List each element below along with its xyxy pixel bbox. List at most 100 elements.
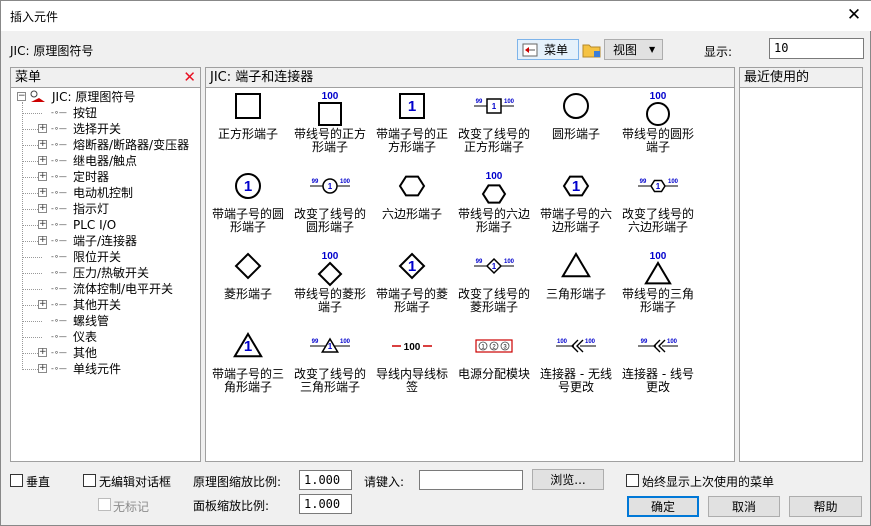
close-icon[interactable]: ✕ bbox=[844, 5, 864, 25]
tree-item-label: 熔断器/断路器/变压器 bbox=[73, 138, 190, 152]
symbol-tile[interactable]: 1 99 100 改变了线号的正方形端子 bbox=[453, 90, 535, 172]
symbol-label: 改变了线号的三角形端子 bbox=[293, 367, 366, 394]
tree-item[interactable]: + -∘— 电动机控制 bbox=[11, 185, 199, 201]
triangle-terminal-icon: 1 bbox=[233, 332, 263, 358]
contact-icon: -∘— bbox=[51, 364, 67, 373]
expand-icon[interactable]: + bbox=[38, 220, 47, 229]
tree-item[interactable]: + -∘— 其他 bbox=[11, 345, 199, 361]
symbol-tile[interactable]: 三角形端子 bbox=[535, 250, 617, 332]
panel-scale-input[interactable]: 1.000 bbox=[299, 494, 352, 514]
expand-icon[interactable]: + bbox=[38, 364, 47, 373]
tree-item[interactable]: + -∘— 定时器 bbox=[11, 169, 199, 185]
expand-icon[interactable]: + bbox=[38, 124, 47, 133]
always-show-checkbox[interactable] bbox=[626, 474, 639, 487]
diamond-terminal-icon: 100 bbox=[317, 251, 343, 287]
terminal-number-text: 1 bbox=[328, 342, 333, 351]
symbol-tile[interactable]: 1 带端子号的圆形端子 bbox=[207, 170, 289, 252]
tree-item[interactable]: -∘— 压力/热敏开关 bbox=[11, 265, 199, 281]
schematic-scale-input[interactable]: 1.000 bbox=[299, 470, 352, 490]
contact-icon: -∘— bbox=[51, 348, 67, 357]
symbol-label: 连接器 - 无线号更改 bbox=[540, 367, 612, 394]
panel-scale-label: 面板缩放比例: bbox=[193, 499, 270, 513]
tree-item[interactable]: + -∘— 单线元件 bbox=[11, 361, 199, 377]
symbol-tile[interactable]: 1 99 100 改变了线号的圆形端子 bbox=[289, 170, 371, 252]
enter-label: 请键入: bbox=[364, 475, 405, 489]
tree-item[interactable]: + -∘— 选择开关 bbox=[11, 121, 199, 137]
diamond-terminal-icon bbox=[234, 252, 262, 280]
symbol-tile[interactable]: 六边形端子 bbox=[371, 170, 453, 252]
symbol-tile[interactable]: 1 99 100 改变了线号的三角形端子 bbox=[289, 330, 371, 412]
terminal-number-text: 1 bbox=[408, 98, 416, 115]
tree-item-label: 电动机控制 bbox=[73, 186, 134, 200]
circle-terminal-icon: 100 bbox=[646, 91, 670, 126]
vertical-checkbox[interactable] bbox=[10, 474, 23, 487]
recent-panel-header: 最近使用的 bbox=[740, 68, 862, 88]
no-tag-label: 无标记 bbox=[113, 500, 150, 514]
view-button[interactable]: 视图 ▼ bbox=[604, 39, 663, 60]
symbol-tile[interactable]: 1 99 100 改变了线号的六边形端子 bbox=[617, 170, 699, 252]
expand-icon[interactable]: + bbox=[38, 140, 47, 149]
symbol-label: 带端子号的圆形端子 bbox=[211, 207, 284, 234]
expand-icon[interactable]: + bbox=[38, 236, 47, 245]
hexagon-terminal-icon: 100 bbox=[481, 171, 507, 204]
symbol-tile[interactable]: 100 带线号的正方形端子 bbox=[289, 90, 371, 172]
symbol-tile[interactable]: 菱形端子 bbox=[207, 250, 289, 332]
symbol-tile[interactable]: 1 2 3 电源分配模块 bbox=[453, 330, 535, 412]
symbol-tile[interactable]: 99 100 连接器 - 线号更改 bbox=[617, 330, 699, 412]
browse-button[interactable]: 浏览... bbox=[532, 469, 604, 490]
symbol-tile[interactable]: 正方形端子 bbox=[207, 90, 289, 172]
menu-button[interactable]: 菜单 bbox=[517, 39, 579, 60]
symbol-tile[interactable]: 1 99 100 改变了线号的菱形端子 bbox=[453, 250, 535, 332]
expand-icon[interactable]: + bbox=[38, 204, 47, 213]
tree-item-label: 端子/连接器 bbox=[73, 234, 138, 248]
expand-icon[interactable]: + bbox=[38, 156, 47, 165]
symbol-tile[interactable]: 1 带端子号的正方形端子 bbox=[371, 90, 453, 172]
collapse-icon[interactable]: − bbox=[17, 92, 26, 101]
symbol-tile[interactable]: 100 带线号的三角形端子 bbox=[617, 250, 699, 332]
tree-item[interactable]: -∘— 仪表 bbox=[11, 329, 199, 345]
no-tag-checkbox[interactable] bbox=[98, 498, 111, 511]
help-button[interactable]: 帮助 bbox=[789, 496, 862, 517]
expand-icon[interactable]: + bbox=[38, 300, 47, 309]
tree-item[interactable]: + -∘— 其他开关 bbox=[11, 297, 199, 313]
wire-number-right-text: 100 bbox=[667, 339, 678, 345]
tree-item[interactable]: + -∘— 指示灯 bbox=[11, 201, 199, 217]
expand-icon[interactable]: + bbox=[38, 172, 47, 181]
expand-icon[interactable]: + bbox=[38, 348, 47, 357]
ok-button[interactable]: 确定 bbox=[627, 496, 699, 517]
symbol-tile[interactable]: 100 100 连接器 - 无线号更改 bbox=[535, 330, 617, 412]
display-count-input[interactable]: 10 bbox=[769, 38, 864, 59]
contact-icon: -∘— bbox=[51, 252, 67, 261]
enter-input[interactable] bbox=[419, 470, 523, 490]
triangle-terminal-icon: 100 bbox=[644, 251, 672, 285]
symbol-tile[interactable]: 100 带线号的菱形端子 bbox=[289, 250, 371, 332]
tree-item-label: PLC I/O bbox=[73, 218, 117, 232]
symbol-tile[interactable]: 圆形端子 bbox=[535, 90, 617, 172]
tree-item[interactable]: -∘— 流体控制/电平开关 bbox=[11, 281, 199, 297]
no-edit-dialog-checkbox[interactable] bbox=[83, 474, 96, 487]
symbol-label: 改变了线号的菱形端子 bbox=[457, 287, 530, 314]
symbol-panel-header: JIC: 端子和连接器 bbox=[206, 68, 734, 88]
square-terminal-icon bbox=[235, 93, 261, 119]
tree-item[interactable]: -∘— 螺线管 bbox=[11, 313, 199, 329]
library-label: JIC: 原理图符号 bbox=[10, 44, 94, 58]
chevron-down-icon: ▼ bbox=[649, 45, 656, 54]
tree-item[interactable]: -∘— 按钮 bbox=[11, 105, 199, 121]
symbol-tile[interactable]: 100 带线号的六边形端子 bbox=[453, 170, 535, 252]
tree-item[interactable]: + -∘— 端子/连接器 bbox=[11, 233, 199, 249]
tree-branch-line bbox=[22, 257, 42, 258]
symbol-tile[interactable]: 1 带端子号的菱形端子 bbox=[371, 250, 453, 332]
folder-icon[interactable] bbox=[581, 39, 602, 60]
symbol-tile[interactable]: 100 导线内导线标签 bbox=[371, 330, 453, 412]
expand-icon[interactable]: + bbox=[38, 188, 47, 197]
close-menu-icon[interactable]: ✕ bbox=[183, 68, 196, 87]
tree-item[interactable]: + -∘— PLC I/O bbox=[11, 217, 199, 233]
cancel-button[interactable]: 取消 bbox=[708, 496, 780, 517]
symbol-tile[interactable]: 1 带端子号的六边形端子 bbox=[535, 170, 617, 252]
symbol-label: 带端子号的正方形端子 bbox=[375, 127, 448, 154]
symbol-tile[interactable]: 1 带端子号的三角形端子 bbox=[207, 330, 289, 412]
tree-item[interactable]: -∘— 限位开关 bbox=[11, 249, 199, 265]
tree-item[interactable]: + -∘— 熔断器/断路器/变压器 bbox=[11, 137, 199, 153]
tree-item[interactable]: + -∘— 继电器/触点 bbox=[11, 153, 199, 169]
symbol-tile[interactable]: 100 带线号的圆形端子 bbox=[617, 90, 699, 172]
